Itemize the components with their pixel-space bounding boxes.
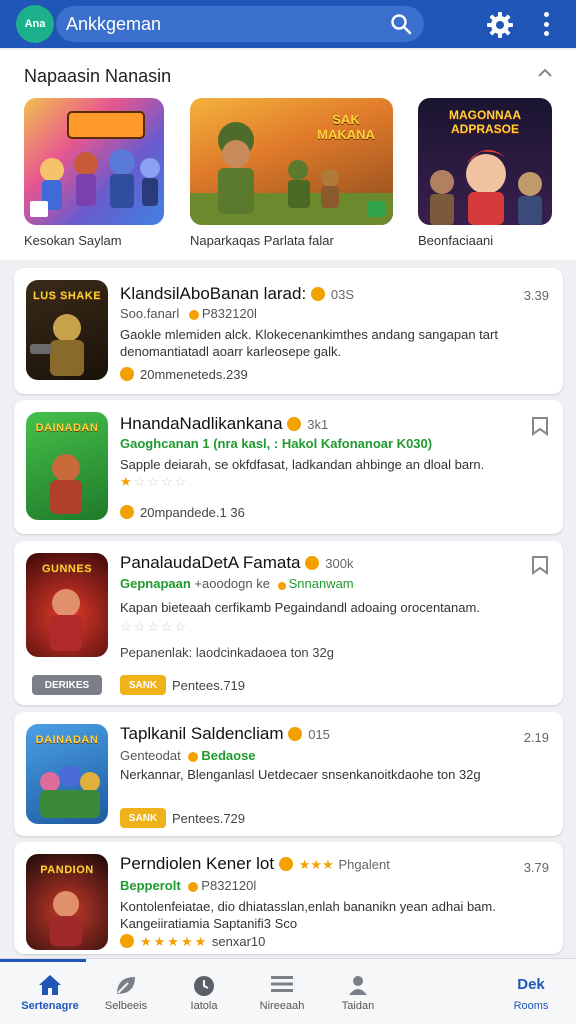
search-icon[interactable] <box>390 13 412 40</box>
app-downloads: senxar10 <box>211 934 266 949</box>
coin-icon <box>287 417 302 431</box>
more-options-icon[interactable] <box>540 12 552 36</box>
app-badge: 300k <box>325 556 354 571</box>
nav-rooms[interactable]: Dek Rooms <box>486 959 576 1024</box>
app-info: Pepanenlak: laodcinkadaoea ton 32g <box>120 645 334 660</box>
app-subtitle: Gepnapaan <box>120 576 191 591</box>
app-rating: 3.79 <box>523 860 549 875</box>
nav-profile[interactable]: Taidan <box>308 959 408 1024</box>
bookmark-icon[interactable] <box>531 555 549 580</box>
nav-label: Rooms <box>513 1000 549 1012</box>
app-description: Sapple deiarah, se okfdfasat, ladkandan … <box>120 457 485 472</box>
featured-item[interactable]: MAGONNAA ADPRASOE Beonfaciaani <box>418 98 552 248</box>
app-header: Ana Ankkgeman <box>0 0 576 48</box>
app-description: Nerkannar, Blenganlasl Uetdecaer snsenka… <box>120 767 481 782</box>
app-version: P832120l <box>201 306 257 321</box>
coin-icon <box>188 882 199 892</box>
app-downloads: 20mpandede.1 36 <box>140 505 245 520</box>
featured-caption: Beonfaciaani <box>418 233 494 248</box>
featured-image[interactable]: MAGONNAA ADPRASOE <box>418 98 552 225</box>
app-category: Snnanwam <box>288 576 354 591</box>
app-developer: Soo.fanarl <box>120 306 180 321</box>
leaf-icon <box>114 974 138 1001</box>
app-rating: 2.19 <box>523 730 549 745</box>
nav-label: Taidan <box>341 1000 375 1012</box>
star-rating: ★☆☆☆☆ <box>120 474 189 489</box>
app-developer: Genteodat <box>120 748 181 763</box>
app-name[interactable]: HnandaNadlikankana <box>120 414 283 433</box>
search-input[interactable]: Ankkgeman <box>66 14 161 35</box>
app-name[interactable]: Perndiolen Kener lot <box>120 854 274 873</box>
app-tagline: +aoodogn ke <box>194 576 270 591</box>
coin-icon <box>305 556 320 570</box>
tag-icon <box>120 367 134 381</box>
app-list-item[interactable]: DAINADAN HnandaNadlikankana 3k1 Gaoghcan… <box>14 400 563 534</box>
status-pill[interactable]: DERIKES <box>32 675 102 695</box>
app-downloads: Pentees.729 <box>172 811 246 826</box>
bookmark-icon[interactable] <box>531 416 549 441</box>
gear-icon[interactable] <box>486 11 514 44</box>
app-version: P832120l <box>201 878 257 893</box>
tag-icon <box>120 505 134 519</box>
coin-icon <box>278 857 293 871</box>
star-rating: ☆☆☆☆☆ <box>120 619 189 634</box>
coin-icon <box>288 727 303 741</box>
coin-icon <box>310 287 325 301</box>
app-badge: 015 <box>308 727 330 742</box>
app-name[interactable]: PanalaudaDetA Famata <box>120 553 301 572</box>
app-list-item[interactable]: DAINADAN Taplkanil Saldencliam 015 2.19 … <box>14 712 563 836</box>
clock-icon <box>192 974 216 1003</box>
app-thumbnail[interactable]: PANDION <box>26 854 108 950</box>
featured-item[interactable]: SAK MAKANA Naparkaqas Parlata falar <box>190 98 393 248</box>
tag-pill[interactable]: SANK <box>120 675 166 695</box>
featured-title: Napaasin Nanasin <box>24 66 172 86</box>
star-rating: ★★★★★ <box>140 934 209 949</box>
app-description: Kapan bieteaah cerfikamb Pegaindandl ado… <box>120 600 480 615</box>
chevron-up-icon[interactable] <box>537 66 553 84</box>
coin-icon <box>188 752 199 762</box>
person-icon <box>347 974 369 1001</box>
app-list-item[interactable]: LUS SHAKE KlandsilAboBanan larad: 03S 3.… <box>14 268 563 394</box>
app-name[interactable]: KlandsilAboBanan larad: <box>120 284 306 303</box>
app-list-item[interactable]: PANDION Perndiolen Kener lot ★★★ Phgalen… <box>14 842 563 954</box>
search-bar[interactable]: Ankkgeman <box>56 6 424 42</box>
coin-icon <box>188 310 199 320</box>
app-name[interactable]: Taplkanil Saldencliam <box>120 724 283 743</box>
app-subtitle: Gaoghcanan 1 (nra kasl, : Hakol Kafonano… <box>120 436 433 451</box>
featured-section: Napaasin Nanasin Kesokan Saylam SAK MAKA… <box>0 50 576 260</box>
featured-caption: Kesokan Saylam <box>24 233 122 248</box>
app-logo[interactable]: Ana <box>16 5 54 43</box>
app-thumbnail[interactable]: DAINADAN <box>26 412 108 520</box>
app-badge: 03S <box>330 287 355 302</box>
featured-image-title: SAK MAKANA <box>317 112 375 142</box>
app-category: Bedaose <box>201 748 256 763</box>
coin-icon <box>277 582 286 590</box>
featured-item[interactable]: Kesokan Saylam <box>24 98 164 248</box>
app-downloads: 20mmeneteds.239 <box>140 367 248 382</box>
app-description: Gaokle mlemiden alck. Klokecenankimthes … <box>120 327 498 359</box>
app-badge: Phgalent <box>338 857 390 872</box>
app-thumbnail[interactable]: GUNNES <box>26 553 108 657</box>
app-downloads: Pentees.719 <box>172 678 246 693</box>
tag-pill[interactable]: SANK <box>120 808 166 828</box>
app-thumbnail[interactable]: DAINADAN <box>26 724 108 824</box>
featured-caption: Naparkaqas Parlata falar <box>190 233 334 248</box>
featured-image[interactable] <box>24 98 164 225</box>
app-thumbnail[interactable]: LUS SHAKE <box>26 280 108 380</box>
nav-top-label: Dek <box>517 976 545 993</box>
home-icon <box>38 974 62 1001</box>
tag-icon <box>120 934 134 948</box>
image-badge <box>367 201 385 217</box>
app-subtitle: Bepperolt <box>120 878 181 893</box>
bottom-navigation: Sertenagre Selbeeis Iatola Nireeaah Taid… <box>0 958 576 1024</box>
list-icon <box>270 974 294 999</box>
app-list-item[interactable]: GUNNES PanalaudaDetA Famata 300k Gepnapa… <box>14 541 563 705</box>
featured-image-title: MAGONNAA ADPRASOE <box>449 108 521 136</box>
app-description: Kontolenfeiatae, dio dhiatasslan,enlah b… <box>120 899 496 931</box>
app-badge: 3k1 <box>307 417 329 432</box>
featured-image[interactable]: SAK MAKANA <box>190 98 393 225</box>
app-rating: 3.39 <box>523 288 549 303</box>
